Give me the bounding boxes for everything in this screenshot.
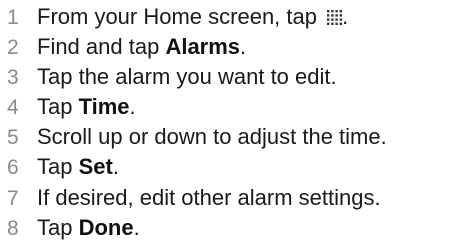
step-number: 3: [7, 66, 19, 90]
step-5: 5 Scroll up or down to adjust the time.: [0, 122, 468, 152]
step-number: 1: [7, 6, 19, 29]
step-number: 6: [7, 156, 19, 180]
step-text: If desired, edit other alarm settings.: [37, 184, 381, 210]
step-1: 1 From your Home screen, tap .: [0, 2, 468, 32]
step-number: 8: [7, 216, 19, 240]
step-number: 4: [7, 96, 19, 120]
step-2: 2 Find and tap Alarms.: [0, 32, 468, 62]
step-text: Tap the alarm you want to edit.: [37, 64, 337, 90]
apps-grid-icon: [327, 10, 343, 25]
step-number: 2: [7, 36, 19, 60]
step-text: From your Home screen, tap .: [37, 4, 349, 29]
step-text: Tap Set.: [37, 154, 119, 180]
step-3: 3 Tap the alarm you want to edit.: [0, 62, 468, 92]
ui-term: Set: [78, 154, 113, 180]
step-7: 7 If desired, edit other alarm settings.: [0, 183, 468, 213]
step-number: 5: [7, 126, 19, 150]
step-text: Find and tap Alarms.: [37, 34, 247, 60]
step-4: 4 Tap Time.: [0, 92, 468, 122]
step-text: Scroll up or down to adjust the time.: [37, 124, 387, 150]
step-6: 6 Tap Set.: [0, 152, 468, 182]
step-text: Tap Time.: [37, 94, 136, 120]
step-8: 8 Tap Done.: [0, 213, 468, 243]
ui-term: Alarms: [165, 34, 241, 60]
ui-term: Done: [78, 214, 134, 240]
step-text: Tap Done.: [37, 214, 140, 240]
ui-term: Time: [78, 94, 130, 120]
instruction-steps: 1 From your Home screen, tap . 2 Find an…: [0, 0, 468, 243]
step-number: 7: [7, 186, 19, 210]
